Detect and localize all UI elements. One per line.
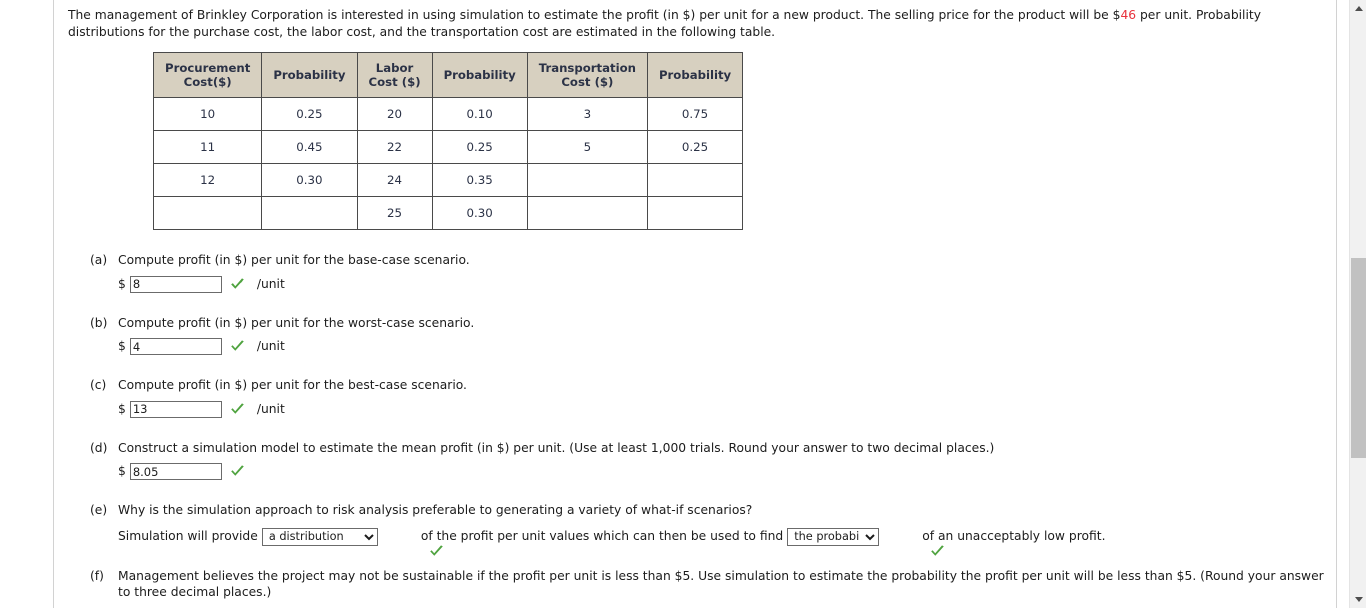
right-divider-rule (1336, 0, 1337, 608)
cell-transportation-probability: 0.25 (646, 130, 744, 164)
part-d-answer-row: $ (118, 463, 1324, 480)
part-c-answer-input[interactable] (129, 400, 222, 418)
scroll-up-arrow-icon[interactable] (1350, 0, 1366, 17)
cell-procurement-cost: 11 (152, 130, 263, 164)
question-part-a: (a) Compute profit (in $) per unit for t… (68, 252, 1324, 293)
question-part-f: (f) Management believes the project may … (68, 568, 1324, 608)
cell-labor-cost: 24 (356, 163, 433, 197)
cell-procurement-cost (152, 196, 263, 230)
col-header-transportation-probability: Probability (646, 52, 744, 98)
problem-statement: The management of Brinkley Corporation i… (68, 7, 1330, 40)
scrollbar-thumb[interactable] (1351, 258, 1366, 458)
cell-labor-probability: 0.25 (431, 130, 528, 164)
cell-labor-probability: 0.10 (431, 97, 528, 131)
col-header-procurement-cost: Procurement Cost($) (152, 52, 263, 98)
question-part-c: (c) Compute profit (in $) per unit for t… (68, 377, 1324, 418)
part-b-dollar-sign: $ (118, 339, 126, 354)
check-mark-icon (390, 529, 443, 556)
col-header-labor-probability: Probability (431, 52, 528, 98)
part-f-question: Management believes the project may not … (118, 568, 1324, 600)
check-mark-icon (230, 402, 245, 417)
part-f-label: (f) (90, 568, 104, 583)
question-content-pane: The management of Brinkley Corporation i… (54, 0, 1336, 608)
part-b-label: (b) (90, 315, 108, 330)
cost-distribution-table: Procurement Cost($) Probability Labor Co… (152, 52, 744, 230)
part-a-unit-label: /unit (256, 276, 285, 291)
table-row: 10 0.25 20 0.10 3 0.75 (152, 97, 744, 131)
part-d-label: (d) (90, 440, 108, 455)
part-b-answer-row: $ /unit (118, 338, 1324, 355)
part-d-answer-input[interactable] (129, 463, 222, 480)
part-e-distribution-select[interactable]: a distribution (261, 527, 378, 546)
col-header-procurement-probability: Probability (261, 52, 358, 98)
part-c-answer-row: $ /unit (118, 400, 1324, 418)
part-b-unit-label: /unit (256, 339, 285, 354)
part-a-answer-input[interactable] (129, 275, 222, 293)
question-part-b: (b) Compute profit (in $) per unit for t… (68, 315, 1324, 355)
check-mark-icon (891, 529, 945, 556)
part-a-answer-row: $ /unit (118, 275, 1324, 293)
part-e-sentence-start: Simulation will provide (118, 529, 258, 544)
part-a-dollar-sign: $ (118, 276, 126, 291)
cell-labor-probability: 0.30 (431, 196, 528, 230)
cell-procurement-probability: 0.30 (261, 163, 358, 197)
part-c-dollar-sign: $ (118, 401, 126, 416)
table-row: 25 0.30 (152, 196, 744, 230)
cell-procurement-cost: 10 (152, 97, 263, 131)
part-b-answer-input[interactable] (129, 338, 222, 355)
col-header-transportation-cost: Transportation Cost ($) (526, 52, 648, 98)
cell-transportation-probability (646, 196, 744, 230)
table-header-row: Procurement Cost($) Probability Labor Co… (152, 52, 744, 98)
scroll-down-arrow-icon[interactable] (1350, 591, 1366, 608)
cell-labor-cost: 25 (356, 196, 433, 230)
cost-distribution-table-wrap: Procurement Cost($) Probability Labor Co… (152, 52, 1324, 230)
part-d-question: Construct a simulation model to estimate… (118, 440, 995, 455)
part-e-answer-row: Simulation will provide a distribution o… (118, 527, 1324, 556)
problem-statement-part1: The management of Brinkley Corporation i… (68, 8, 1121, 22)
cell-transportation-probability: 0.75 (646, 97, 744, 131)
check-mark-icon (230, 277, 245, 292)
part-e-sentence-middle: of the profit per unit values which can … (420, 529, 784, 544)
part-b-question: Compute profit (in $) per unit for the w… (118, 315, 475, 330)
cell-labor-probability: 0.35 (431, 163, 528, 197)
cell-transportation-probability (646, 163, 744, 197)
part-e-label: (e) (90, 503, 108, 517)
col-header-labor-cost: Labor Cost ($) (356, 52, 433, 98)
cell-procurement-probability: 0.25 (261, 97, 358, 131)
question-part-d: (d) Construct a simulation model to esti… (68, 440, 1324, 480)
part-e-sentence-end: of an unacceptably low profit. (922, 529, 1106, 544)
table-row: 11 0.45 22 0.25 5 0.25 (152, 130, 744, 164)
part-e-question: Why is the simulation approach to risk a… (118, 503, 753, 517)
cell-labor-cost: 20 (356, 97, 433, 131)
table-row: 12 0.30 24 0.35 (152, 163, 744, 197)
part-c-label: (c) (90, 378, 107, 392)
cell-labor-cost: 22 (356, 130, 433, 164)
part-a-label: (a) (90, 253, 108, 267)
part-a-question: Compute profit (in $) per unit for the b… (118, 253, 470, 267)
cell-procurement-probability (261, 196, 358, 230)
check-mark-icon (230, 339, 245, 354)
page-root: The management of Brinkley Corporation i… (0, 0, 1366, 608)
check-mark-icon (230, 464, 245, 479)
part-c-question: Compute profit (in $) per unit for the b… (118, 378, 467, 392)
table-head: Procurement Cost($) Probability Labor Co… (152, 52, 744, 98)
cell-transportation-cost: 5 (526, 130, 648, 164)
cell-transportation-cost (526, 196, 648, 230)
part-d-dollar-sign: $ (118, 464, 126, 479)
vertical-scrollbar[interactable] (1349, 0, 1366, 608)
question-part-e: (e) Why is the simulation approach to ri… (68, 502, 1324, 556)
cell-procurement-probability: 0.45 (261, 130, 358, 164)
part-c-unit-label: /unit (256, 401, 285, 416)
cell-transportation-cost: 3 (526, 97, 648, 131)
cell-procurement-cost: 12 (152, 163, 263, 197)
table-body: 10 0.25 20 0.10 3 0.75 11 0.45 22 0.25 5… (152, 97, 744, 230)
part-e-probability-select[interactable]: the probability (787, 527, 880, 546)
selling-price-value: 46 (1120, 8, 1137, 22)
cell-transportation-cost (526, 163, 648, 197)
